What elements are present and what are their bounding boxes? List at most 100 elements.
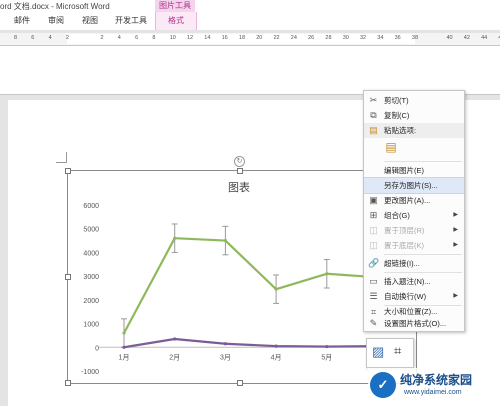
tab-developer[interactable]: 开发工具 <box>115 15 147 26</box>
hyperlink-icon: 🔗 <box>368 258 380 268</box>
menu-item-label: 置于顶层(R) <box>384 226 425 235</box>
menu-item-bring-to-front[interactable]: ◫ 置于顶层(R) ▶ <box>364 223 464 238</box>
ruler-tick-label: 2 <box>100 35 104 41</box>
x-tick-label: 2月 <box>169 353 180 361</box>
menu-item-insert-caption[interactable]: ▭ 插入题注(N)... <box>364 274 464 289</box>
ruler-tick-label: 18 <box>238 35 246 41</box>
menu-item-save-as-picture[interactable]: 另存为图片(S)... <box>364 177 464 194</box>
change-picture-icon: ▣ <box>369 195 378 205</box>
menu-item-send-to-back[interactable]: ◫ 置于底层(K) ▶ <box>364 238 464 253</box>
data-point <box>223 238 227 243</box>
ruler-tick-label: 26 <box>308 35 315 41</box>
caption-icon: ▭ <box>369 276 378 286</box>
ruler-tick-label: 40 <box>446 35 453 41</box>
tab-mailings[interactable]: 邮件 <box>14 15 30 26</box>
tab-view[interactable]: 视图 <box>82 15 98 26</box>
menu-item-wrap-text[interactable]: ☰ 自动换行(W) ▶ <box>364 289 464 304</box>
data-point <box>223 342 227 346</box>
menu-separator <box>384 254 462 255</box>
menu-separator <box>384 161 462 162</box>
bring-front-icon: ◫ <box>369 225 378 235</box>
menu-separator <box>384 272 462 273</box>
menu-item-cut[interactable]: ✂ 剪切(T) <box>364 93 464 108</box>
ruler-tick-label: 32 <box>360 35 367 41</box>
picture-tools-label: 图片工具 <box>155 0 195 12</box>
ruler-tick-label: 28 <box>325 35 332 41</box>
ruler-tick-label: 4 <box>48 35 52 41</box>
ruler-tick-label: 38 <box>411 35 419 41</box>
menu-item-label: 组合(G) <box>384 211 410 220</box>
ruler-tick-label: 42 <box>463 35 470 41</box>
menu-item-edit-picture[interactable]: 编辑图片(E) <box>364 163 464 178</box>
menu-item-group[interactable]: ⊞ 组合(G) ▶ <box>364 208 464 223</box>
mini-toolbar: ▨ ⌗ <box>366 338 414 368</box>
margin-corner-mark <box>56 152 67 163</box>
send-back-icon: ◫ <box>369 240 378 250</box>
watermark-name: 纯净系统家园 <box>400 373 473 387</box>
submenu-arrow-icon: ▶ <box>453 293 458 299</box>
menu-item-label: 编辑图片(E) <box>384 166 424 175</box>
tab-format[interactable]: 格式 <box>155 12 197 30</box>
data-point <box>325 344 329 349</box>
menu-section-paste-options: ▤ 粘贴选项: <box>364 123 464 138</box>
data-point <box>325 272 329 276</box>
menu-item-label: 另存为图片(S)... <box>384 181 438 190</box>
previous-page[interactable] <box>0 46 500 95</box>
y-tick-label: 2000 <box>83 298 99 305</box>
menu-item-change-picture[interactable]: ▣ 更改图片(A)... <box>364 193 464 208</box>
y-tick-label: 6000 <box>83 203 99 210</box>
ruler-tick-label: 10 <box>169 35 176 41</box>
data-point <box>173 236 177 240</box>
rotate-handle-icon[interactable]: ↻ <box>234 156 245 167</box>
y-tick-label: 3000 <box>83 274 99 281</box>
menu-item-label: 自动换行(W) <box>384 292 427 301</box>
paste-icon: ▤ <box>369 125 378 135</box>
ribbon-tabs: 邮件 审阅 视图 开发工具 <box>0 12 500 30</box>
ruler-labels: 8 6 4 2 2 4 6 8 10 12 14 16 18 20 22 24 26 28 30 32 34 36 38 40… <box>0 33 500 45</box>
series-2-line <box>123 337 378 349</box>
window-title: ord 文档.docx - Microsoft Word <box>0 2 110 11</box>
ruler-tick-label: 8 <box>152 35 156 41</box>
watermark-url: www.yidaimei.com <box>404 389 462 396</box>
format-picture-icon: ✎ <box>369 318 378 328</box>
menu-item-label: 粘贴选项: <box>384 126 417 135</box>
menu-item-label: 复制(C) <box>384 111 410 120</box>
data-point <box>274 344 278 348</box>
menu-item-format-picture[interactable]: ✎ 设置图片格式(O)... <box>364 317 464 330</box>
ruler-tick-label: 44 <box>481 35 488 41</box>
crop-icon[interactable]: ⌗ <box>394 343 401 359</box>
data-point <box>274 287 278 291</box>
x-tick-label: 5月 <box>321 353 332 361</box>
ruler-tick-label: 6 <box>135 35 139 41</box>
scissors-icon: ✂ <box>369 95 378 105</box>
ruler-tick-label: 12 <box>187 35 194 41</box>
tab-review[interactable]: 审阅 <box>48 15 64 26</box>
ruler-tick-label: 34 <box>377 35 384 41</box>
data-point <box>122 331 126 335</box>
ruler-tick-label: 30 <box>342 35 349 41</box>
wrap-text-icon: ☰ <box>369 291 378 301</box>
menu-item-copy[interactable]: ⧉ 复制(C) <box>364 108 464 123</box>
y-tick-label: 4000 <box>83 250 99 257</box>
submenu-arrow-icon: ▶ <box>453 242 458 248</box>
menu-item-label: 剪切(T) <box>384 96 409 105</box>
picture-style-icon[interactable]: ▨ <box>372 344 384 360</box>
ruler-tick-label: 20 <box>256 35 263 41</box>
x-tick-label: 3月 <box>220 353 231 361</box>
ruler-tick-label: 36 <box>394 35 401 41</box>
ruler-tick-label: 14 <box>204 35 211 41</box>
menu-item-hyperlink[interactable]: 🔗 超链接(I)... <box>364 256 464 271</box>
ruler-tick-label: 2 <box>65 35 69 41</box>
menu-item-label: 超链接(I)... <box>384 259 420 268</box>
y-tick-label: 0 <box>95 345 99 352</box>
y-tick-label: 1000 <box>83 322 99 329</box>
ruler-tick-label: 6 <box>31 35 35 41</box>
menu-item-label: 设置图片格式(O)... <box>384 319 447 328</box>
menu-item-paste-keep[interactable]: ▤ <box>364 138 464 160</box>
data-point <box>173 337 177 341</box>
y-tick-label: -1000 <box>81 369 99 376</box>
chart-title: 图表 <box>228 180 250 194</box>
ruler-tick-label: 24 <box>290 35 297 41</box>
copy-icon: ⧉ <box>370 110 377 120</box>
submenu-arrow-icon: ▶ <box>453 212 458 218</box>
